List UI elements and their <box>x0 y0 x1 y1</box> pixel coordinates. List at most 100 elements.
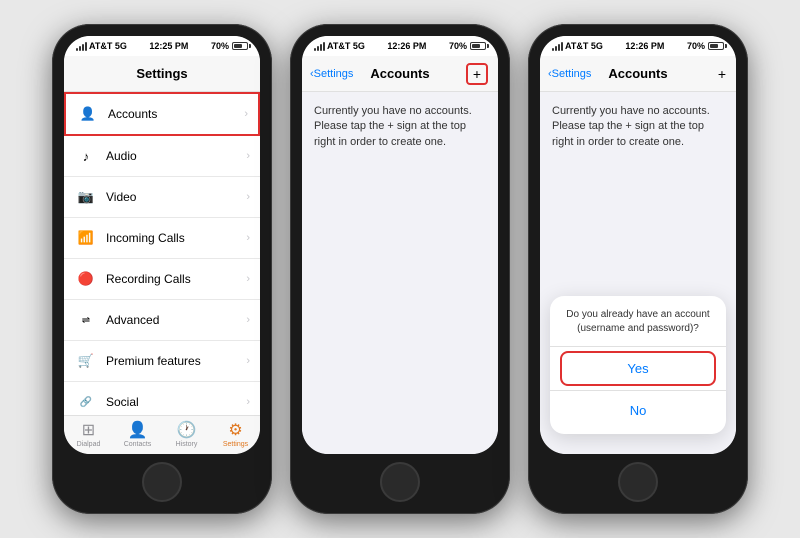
tab-history[interactable]: 🕐 History <box>162 420 211 448</box>
tab-settings[interactable]: ⚙ Settings <box>211 420 260 448</box>
settings-item-recording[interactable]: 🔴 Recording Calls › <box>64 259 260 300</box>
phone-2-screen: AT&T 5G 12:26 PM 70% ‹ Settings Accounts… <box>302 36 498 454</box>
time-2: 12:26 PM <box>387 41 426 51</box>
dialog-divider <box>550 346 726 347</box>
settings-list: 👤 Accounts › ♪ Audio › 📷 Video › 📶 Incom… <box>64 92 260 415</box>
battery-pct-1: 70% <box>211 41 229 51</box>
social-icon: 🔗 <box>74 390 98 414</box>
status-bar-3: AT&T 5G 12:26 PM 70% <box>540 36 736 56</box>
nav-bar-2: ‹ Settings Accounts + <box>302 56 498 92</box>
signal-bars-3 <box>552 42 563 51</box>
status-bar-1: AT&T 5G 12:25 PM 70% <box>64 36 260 56</box>
settings-item-video[interactable]: 📷 Video › <box>64 177 260 218</box>
settings-tab-icon: ⚙ <box>228 420 242 440</box>
premium-icon: 🛒 <box>74 349 98 373</box>
signal-bar-1 <box>76 48 78 51</box>
phone-1: AT&T 5G 12:25 PM 70% Settings 👤 Accounts… <box>52 24 272 514</box>
settings-item-audio[interactable]: ♪ Audio › <box>64 136 260 177</box>
social-label: Social <box>106 395 246 409</box>
status-left-3: AT&T 5G <box>552 41 603 51</box>
phone-1-screen: AT&T 5G 12:25 PM 70% Settings 👤 Accounts… <box>64 36 260 454</box>
dialog-yes-button[interactable]: Yes <box>560 351 716 386</box>
back-button-3[interactable]: ‹ Settings <box>548 68 591 80</box>
settings-item-accounts[interactable]: 👤 Accounts › <box>64 92 260 136</box>
social-chevron: › <box>246 396 250 408</box>
battery-pct-2: 70% <box>449 41 467 51</box>
video-chevron: › <box>246 191 250 203</box>
incoming-label: Incoming Calls <box>106 231 246 245</box>
settings-item-incoming[interactable]: 📶 Incoming Calls › <box>64 218 260 259</box>
dialpad-icon: ⊞ <box>82 420 95 440</box>
nav-title-1: Settings <box>136 66 187 81</box>
account-dialog: Do you already have an account (username… <box>550 296 726 434</box>
settings-item-social[interactable]: 🔗 Social › <box>64 382 260 415</box>
home-button-1[interactable] <box>142 462 182 502</box>
dialog-overlay: Currently you have no accounts. Please t… <box>540 92 736 454</box>
tab-bar-1: ⊞ Dialpad 👤 Contacts 🕐 History ⚙ Setting… <box>64 415 260 454</box>
status-right-2: 70% <box>449 41 486 51</box>
signal-bar-2 <box>79 46 81 51</box>
accounts-chevron: › <box>244 108 248 120</box>
recording-chevron: › <box>246 273 250 285</box>
audio-chevron: › <box>246 150 250 162</box>
settings-item-advanced[interactable]: ⇌ Advanced › <box>64 300 260 341</box>
accounts-label: Accounts <box>108 107 244 121</box>
signal-bars-2 <box>314 42 325 51</box>
battery-icon-3 <box>708 42 724 50</box>
tab-settings-label: Settings <box>223 441 248 448</box>
nav-bar-3: ‹ Settings Accounts + <box>540 56 736 92</box>
tab-history-label: History <box>176 441 198 448</box>
phones-container: AT&T 5G 12:25 PM 70% Settings 👤 Accounts… <box>32 4 768 534</box>
status-right-3: 70% <box>687 41 724 51</box>
status-left-2: AT&T 5G <box>314 41 365 51</box>
phone-3-screen: AT&T 5G 12:26 PM 70% ‹ Settings Accounts… <box>540 36 736 454</box>
audio-label: Audio <box>106 149 246 163</box>
incoming-icon: 📶 <box>74 226 98 250</box>
dialog-message: Do you already have an account (username… <box>550 296 726 344</box>
battery-pct-3: 70% <box>687 41 705 51</box>
accounts-empty-message-2: Currently you have no accounts. Please t… <box>302 92 498 454</box>
advanced-label: Advanced <box>106 313 246 327</box>
add-account-button[interactable]: + <box>466 63 488 85</box>
audio-icon: ♪ <box>74 144 98 168</box>
dialog-divider-2 <box>550 390 726 391</box>
status-right-1: 70% <box>211 41 248 51</box>
status-bar-2: AT&T 5G 12:26 PM 70% <box>302 36 498 56</box>
signal-bar-3 <box>82 44 84 51</box>
incoming-chevron: › <box>246 232 250 244</box>
nav-title-2: Accounts <box>370 66 429 81</box>
video-icon: 📷 <box>74 185 98 209</box>
recording-label: Recording Calls <box>106 272 246 286</box>
tab-dialpad-label: Dialpad <box>77 441 101 448</box>
accounts-icon: 👤 <box>76 102 100 126</box>
carrier-2: AT&T 5G <box>327 41 365 51</box>
carrier-3: AT&T 5G <box>565 41 603 51</box>
status-left-1: AT&T 5G <box>76 41 127 51</box>
advanced-icon: ⇌ <box>74 308 98 332</box>
carrier-1: AT&T 5G <box>89 41 127 51</box>
premium-chevron: › <box>246 355 250 367</box>
recording-icon: 🔴 <box>74 267 98 291</box>
history-icon: 🕐 <box>177 420 197 440</box>
signal-bar-4 <box>85 42 87 51</box>
nav-title-3: Accounts <box>608 66 667 81</box>
signal-bars-1 <box>76 42 87 51</box>
tab-contacts-label: Contacts <box>124 441 152 448</box>
phone-3: AT&T 5G 12:26 PM 70% ‹ Settings Accounts… <box>528 24 748 514</box>
advanced-chevron: › <box>246 314 250 326</box>
time-3: 12:26 PM <box>625 41 664 51</box>
battery-icon-1 <box>232 42 248 50</box>
tab-dialpad[interactable]: ⊞ Dialpad <box>64 420 113 448</box>
dialog-no-button[interactable]: No <box>560 395 716 426</box>
time-1: 12:25 PM <box>149 41 188 51</box>
tab-contacts[interactable]: 👤 Contacts <box>113 420 162 448</box>
home-button-3[interactable] <box>618 462 658 502</box>
video-label: Video <box>106 190 246 204</box>
contacts-icon: 👤 <box>128 420 148 440</box>
settings-item-premium[interactable]: 🛒 Premium features › <box>64 341 260 382</box>
battery-icon-2 <box>470 42 486 50</box>
back-button-2[interactable]: ‹ Settings <box>310 68 353 80</box>
phone-2: AT&T 5G 12:26 PM 70% ‹ Settings Accounts… <box>290 24 510 514</box>
add-account-button-3[interactable]: + <box>718 66 726 82</box>
home-button-2[interactable] <box>380 462 420 502</box>
